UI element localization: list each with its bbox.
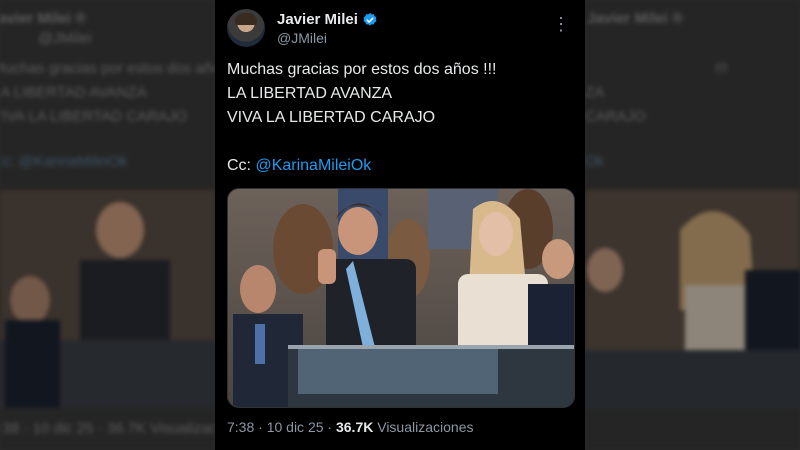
author-name[interactable]: Javier Milei: [277, 11, 358, 28]
tweet-text-line: LA LIBERTAD AVANZA: [227, 85, 393, 102]
backdrop-right: Javier Milei ® !!! ZA CARAJO Ok: [585, 0, 800, 450]
cc-label: Cc:: [227, 157, 251, 174]
meta-separator: ·: [258, 419, 263, 435]
tweet-cc-line: Cc: @KarinaMileiOk: [227, 154, 573, 178]
mention-link[interactable]: @KarinaMileiOk: [255, 157, 371, 174]
author-handle[interactable]: @JMilei: [277, 30, 327, 46]
photo-illustration: [228, 189, 574, 407]
tweet-date[interactable]: 10 dic 25: [267, 419, 324, 435]
tweet-header: Javier Milei @JMilei ⋮: [227, 9, 573, 49]
meta-separator: ·: [327, 419, 333, 435]
views-count[interactable]: 36.7K: [336, 419, 373, 435]
views-label: Visualizaciones: [377, 419, 474, 435]
tweet-text-blank: [227, 130, 573, 154]
tweet-meta: 7:38 · 10 dic 25 · 36.7K Visualizaciones: [227, 419, 473, 435]
tweet-card: Javier Milei @JMilei ⋮ Muchas gracias po…: [215, 0, 585, 450]
tweet-photo[interactable]: [227, 188, 575, 408]
backdrop-left: Javier Milei ® @JMilei Muchas gracias po…: [0, 0, 215, 450]
author-name-row[interactable]: Javier Milei: [277, 11, 378, 28]
more-options-icon[interactable]: ⋮: [551, 15, 571, 37]
tweet-text: Muchas gracias por estos dos años !!! LA…: [227, 58, 573, 178]
verified-badge-icon: [362, 12, 378, 28]
tweet-text-line: Muchas gracias por estos dos años !!!: [227, 61, 497, 78]
tweet-text-line: VIVA LA LIBERTAD CARAJO: [227, 109, 436, 126]
avatar[interactable]: [227, 9, 265, 47]
tweet-time[interactable]: 7:38: [227, 419, 254, 435]
